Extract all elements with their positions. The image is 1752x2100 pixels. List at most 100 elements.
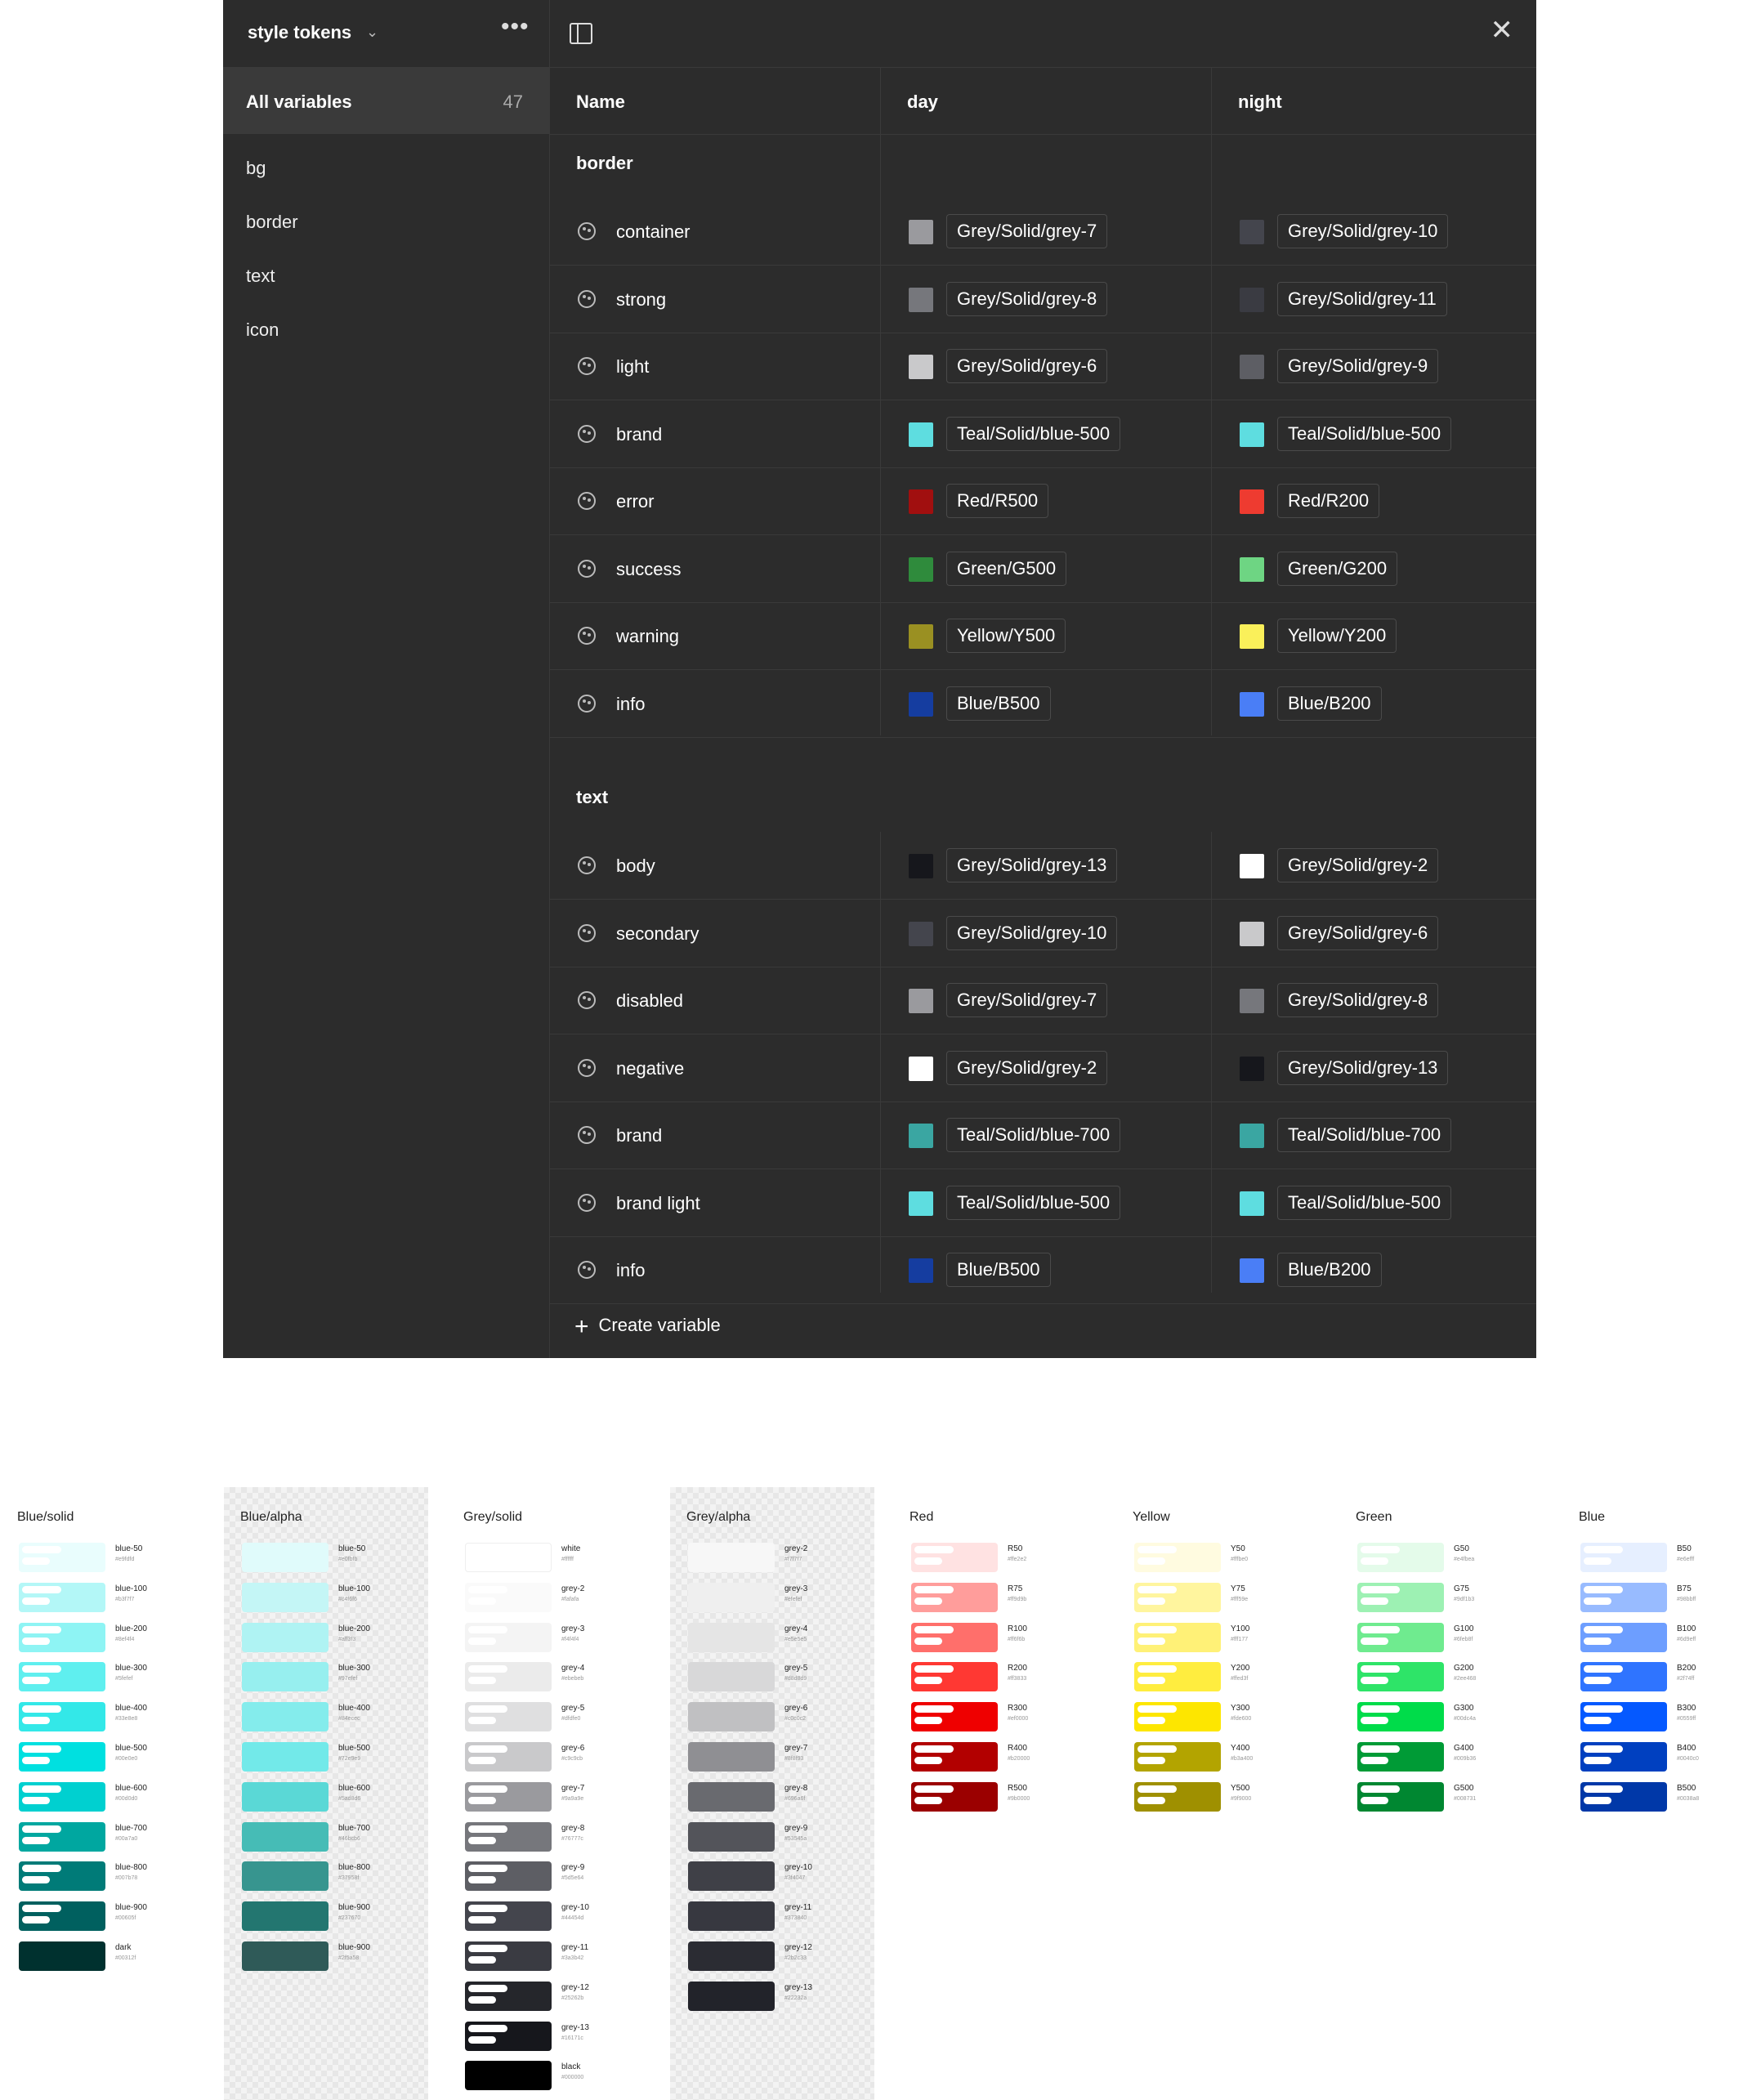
night-value-cell[interactable]: Green/G200 xyxy=(1212,535,1536,602)
night-value-cell[interactable]: Grey/Solid/grey-9 xyxy=(1212,333,1536,400)
chevron-down-icon[interactable]: ⌄ xyxy=(366,24,378,41)
variable-name[interactable]: body xyxy=(616,856,655,877)
alias-chip[interactable]: Grey/Solid/grey-7 xyxy=(946,214,1108,248)
toggle-sidebar-icon[interactable] xyxy=(570,23,592,44)
variable-row[interactable]: brand Teal/Solid/blue-500 Teal/Solid/blue-… xyxy=(550,400,1536,468)
variable-name[interactable]: negative xyxy=(616,1058,684,1079)
variable-name[interactable]: disabled xyxy=(616,990,683,1012)
alias-chip[interactable]: Yellow/Y200 xyxy=(1277,619,1397,653)
sidebar-item-icon[interactable]: icon xyxy=(246,319,279,341)
alias-chip[interactable]: Blue/B200 xyxy=(1277,1253,1382,1287)
night-value-cell[interactable]: Grey/Solid/grey-11 xyxy=(1212,266,1536,333)
alias-chip[interactable]: Green/G500 xyxy=(946,551,1067,586)
close-icon[interactable]: ✕ xyxy=(1491,16,1514,44)
day-value-cell[interactable]: Grey/Solid/grey-7 xyxy=(881,198,1210,265)
column-header-night[interactable]: night xyxy=(1238,92,1282,113)
alias-chip[interactable]: Grey/Solid/grey-8 xyxy=(1277,983,1439,1017)
night-value-cell[interactable]: Grey/Solid/grey-13 xyxy=(1212,1034,1536,1101)
night-value-cell[interactable]: Grey/Solid/grey-2 xyxy=(1212,832,1536,899)
variable-row[interactable]: brand Teal/Solid/blue-700 Teal/Solid/blue-… xyxy=(550,1101,1536,1169)
create-variable-button[interactable]: + Create variable xyxy=(574,1310,721,1340)
variable-name[interactable]: light xyxy=(616,356,649,378)
day-value-cell[interactable]: Yellow/Y500 xyxy=(881,602,1210,669)
day-value-cell[interactable]: Teal/Solid/blue-500 xyxy=(881,400,1210,467)
day-value-cell[interactable]: Green/G500 xyxy=(881,535,1210,602)
variable-name[interactable]: error xyxy=(616,491,654,512)
day-value-cell[interactable]: Grey/Solid/grey-13 xyxy=(881,832,1210,899)
variable-name[interactable]: info xyxy=(616,694,645,715)
alias-chip[interactable]: Grey/Solid/grey-7 xyxy=(946,983,1108,1017)
night-value-cell[interactable]: Teal/Solid/blue-700 xyxy=(1212,1101,1536,1168)
variable-name[interactable]: container xyxy=(616,221,691,243)
variable-row[interactable]: info Blue/B500 Blue/B200 xyxy=(550,670,1536,738)
alias-chip[interactable]: Teal/Solid/blue-700 xyxy=(1277,1118,1452,1152)
day-value-cell[interactable]: Teal/Solid/blue-500 xyxy=(881,1169,1210,1236)
alias-chip[interactable]: Grey/Solid/grey-8 xyxy=(946,281,1108,316)
variable-name[interactable]: strong xyxy=(616,289,666,311)
variable-name[interactable]: brand xyxy=(616,424,662,445)
collection-title[interactable]: style tokens xyxy=(248,22,351,43)
variable-row[interactable]: secondary Grey/Solid/grey-10 Grey/Solid/gr… xyxy=(550,900,1536,967)
day-value-cell[interactable]: Blue/B500 xyxy=(881,1236,1210,1303)
alias-chip[interactable]: Teal/Solid/blue-500 xyxy=(946,1185,1121,1220)
day-value-cell[interactable]: Grey/Solid/grey-10 xyxy=(881,900,1210,967)
day-value-cell[interactable]: Grey/Solid/grey-6 xyxy=(881,333,1210,400)
night-value-cell[interactable]: Grey/Solid/grey-10 xyxy=(1212,198,1536,265)
alias-chip[interactable]: Grey/Solid/grey-6 xyxy=(1277,915,1439,950)
alias-chip[interactable]: Teal/Solid/blue-500 xyxy=(1277,1185,1452,1220)
variable-row[interactable]: disabled Grey/Solid/grey-7 Grey/Solid/grey… xyxy=(550,967,1536,1034)
alias-chip[interactable]: Red/R500 xyxy=(946,484,1049,518)
night-value-cell[interactable]: Yellow/Y200 xyxy=(1212,602,1536,669)
alias-chip[interactable]: Grey/Solid/grey-9 xyxy=(1277,349,1439,383)
alias-chip[interactable]: Blue/B500 xyxy=(946,686,1051,721)
variable-row[interactable]: container Grey/Solid/grey-7 Grey/Solid/gre… xyxy=(550,198,1536,266)
variable-row[interactable]: warning Yellow/Y500 Yellow/Y200 xyxy=(550,602,1536,670)
alias-chip[interactable]: Grey/Solid/grey-10 xyxy=(1277,214,1449,248)
variable-row[interactable]: negative Grey/Solid/grey-2 Grey/Solid/grey… xyxy=(550,1034,1536,1102)
sidebar-item-border[interactable]: border xyxy=(246,212,298,233)
alias-chip[interactable]: Green/G200 xyxy=(1277,551,1398,586)
alias-chip[interactable]: Teal/Solid/blue-500 xyxy=(1277,416,1452,451)
variable-row[interactable]: strong Grey/Solid/grey-8 Grey/Solid/grey-1… xyxy=(550,266,1536,333)
day-value-cell[interactable]: Grey/Solid/grey-7 xyxy=(881,967,1210,1034)
variable-row[interactable]: brand light Teal/Solid/blue-500 Teal/Solid… xyxy=(550,1169,1536,1237)
variable-name[interactable]: brand xyxy=(616,1125,662,1146)
night-value-cell[interactable]: Teal/Solid/blue-500 xyxy=(1212,400,1536,467)
night-value-cell[interactable]: Red/R200 xyxy=(1212,467,1536,534)
sidebar-item-all-variables[interactable]: All variables 47 xyxy=(223,67,549,134)
alias-chip[interactable]: Grey/Solid/grey-10 xyxy=(946,915,1118,950)
night-value-cell[interactable]: Teal/Solid/blue-500 xyxy=(1212,1169,1536,1236)
night-value-cell[interactable]: Grey/Solid/grey-6 xyxy=(1212,900,1536,967)
variable-name[interactable]: info xyxy=(616,1260,645,1281)
day-value-cell[interactable]: Grey/Solid/grey-8 xyxy=(881,266,1210,333)
alias-chip[interactable]: Grey/Solid/grey-13 xyxy=(1277,1050,1449,1085)
day-value-cell[interactable]: Blue/B500 xyxy=(881,670,1210,737)
night-value-cell[interactable]: Blue/B200 xyxy=(1212,670,1536,737)
sidebar-item-bg[interactable]: bg xyxy=(246,158,266,179)
alias-chip[interactable]: Red/R200 xyxy=(1277,484,1380,518)
column-header-day[interactable]: day xyxy=(907,92,938,113)
night-value-cell[interactable]: Grey/Solid/grey-8 xyxy=(1212,967,1536,1034)
alias-chip[interactable]: Teal/Solid/blue-500 xyxy=(946,416,1121,451)
sidebar-item-text[interactable]: text xyxy=(246,266,275,287)
alias-chip[interactable]: Blue/B200 xyxy=(1277,686,1382,721)
alias-chip[interactable]: Grey/Solid/grey-2 xyxy=(1277,848,1439,882)
variable-name[interactable]: warning xyxy=(616,626,679,647)
variable-row[interactable]: success Green/G500 Green/G200 xyxy=(550,535,1536,603)
alias-chip[interactable]: Grey/Solid/grey-11 xyxy=(1277,281,1447,316)
alias-chip[interactable]: Teal/Solid/blue-700 xyxy=(946,1118,1121,1152)
variable-row[interactable]: light Grey/Solid/grey-6 Grey/Solid/grey-9 xyxy=(550,333,1536,400)
alias-chip[interactable]: Grey/Solid/grey-2 xyxy=(946,1050,1108,1085)
more-options-icon[interactable]: ••• xyxy=(501,15,530,39)
variable-row[interactable]: info Blue/B500 Blue/B200 xyxy=(550,1236,1536,1304)
variable-row[interactable]: error Red/R500 Red/R200 xyxy=(550,467,1536,535)
alias-chip[interactable]: Blue/B500 xyxy=(946,1253,1051,1287)
day-value-cell[interactable]: Teal/Solid/blue-700 xyxy=(881,1101,1210,1168)
night-value-cell[interactable]: Blue/B200 xyxy=(1212,1236,1536,1303)
variable-name[interactable]: brand light xyxy=(616,1193,700,1214)
alias-chip[interactable]: Yellow/Y500 xyxy=(946,619,1066,653)
alias-chip[interactable]: Grey/Solid/grey-6 xyxy=(946,349,1108,383)
alias-chip[interactable]: Grey/Solid/grey-13 xyxy=(946,848,1118,882)
day-value-cell[interactable]: Grey/Solid/grey-2 xyxy=(881,1034,1210,1101)
variable-name[interactable]: success xyxy=(616,559,681,580)
